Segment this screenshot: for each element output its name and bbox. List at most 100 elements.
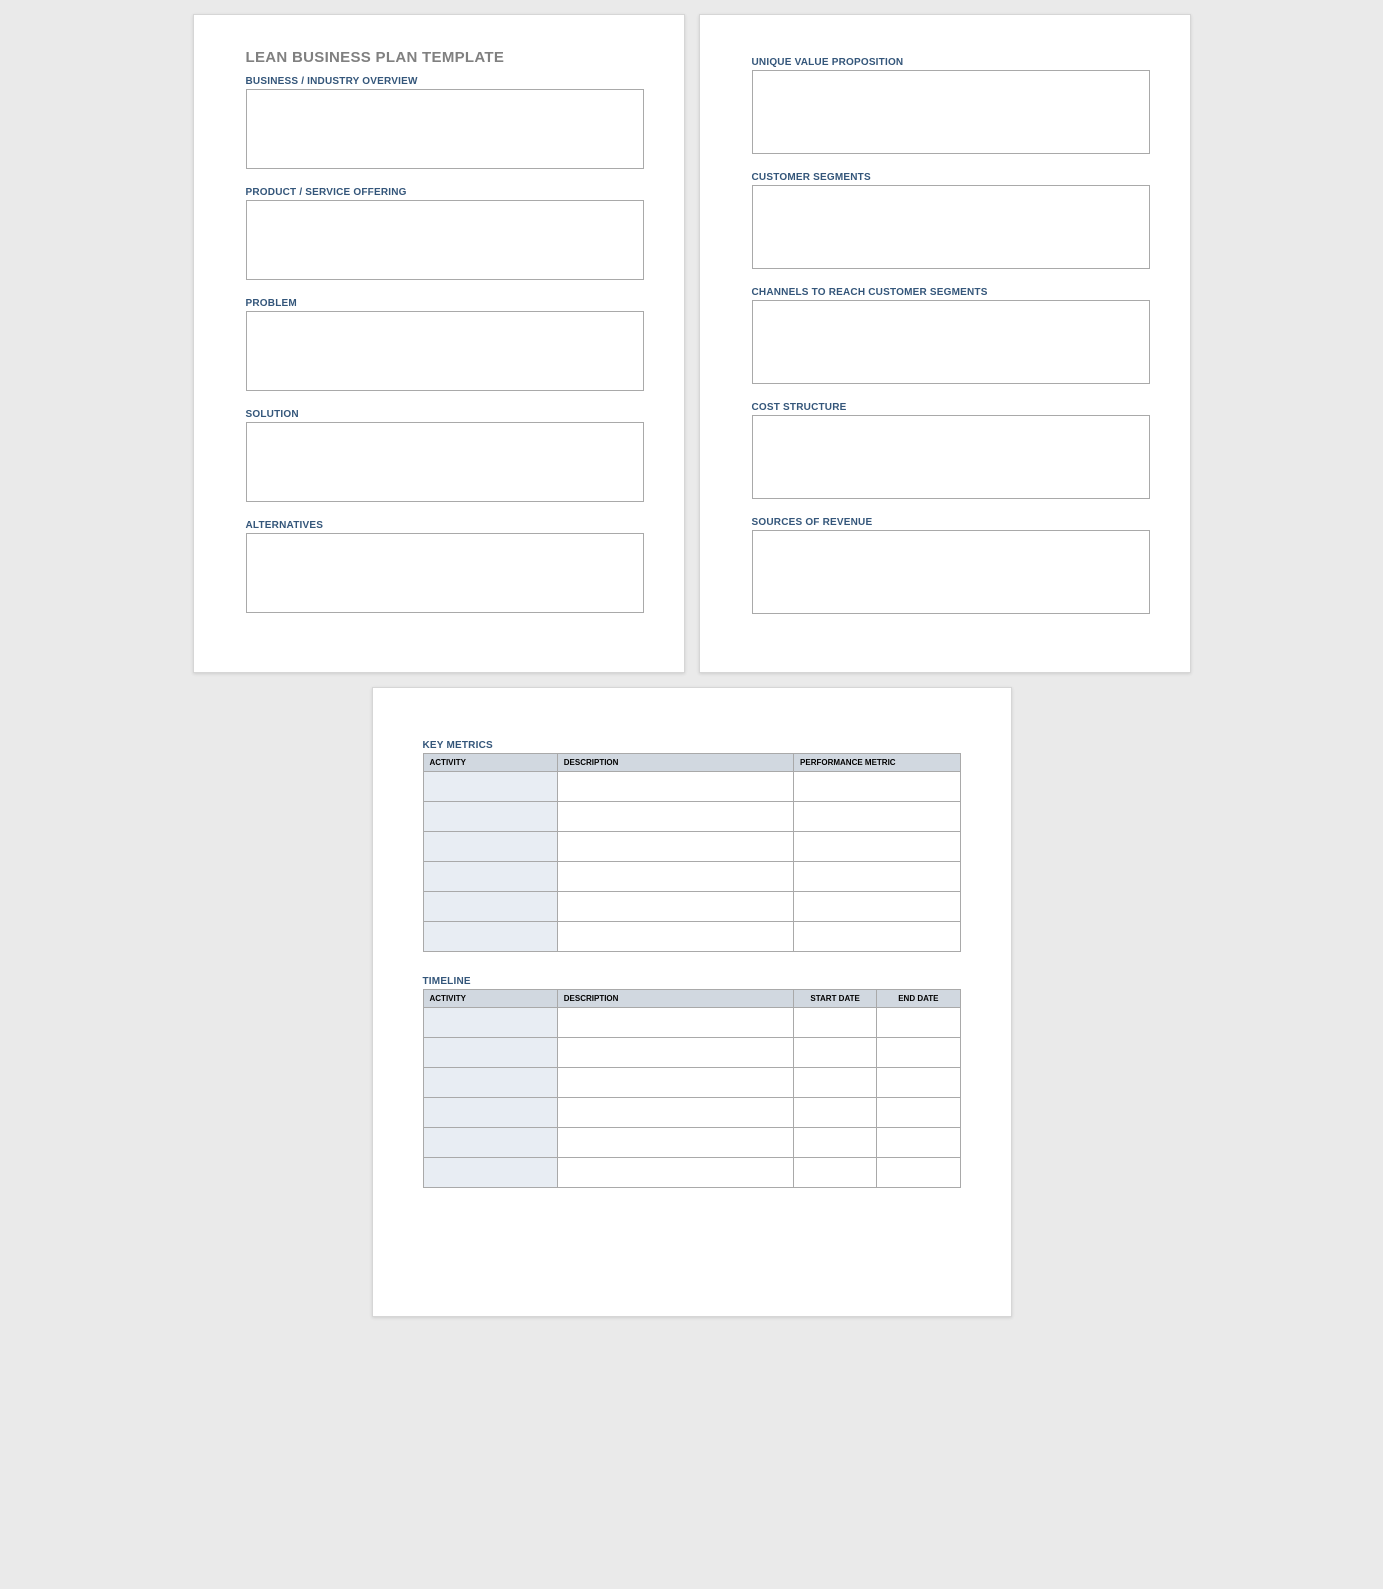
- table-row: [423, 1008, 960, 1038]
- cell-end[interactable]: [877, 1128, 960, 1158]
- field-revenue-sources: SOURCES OF REVENUE: [752, 517, 1150, 614]
- cell-end[interactable]: [877, 1068, 960, 1098]
- input-business-overview[interactable]: [246, 89, 644, 169]
- label-cost-structure: COST STRUCTURE: [752, 402, 1150, 413]
- table-header-row: ACTIVITY DESCRIPTION PERFORMANCE METRIC: [423, 754, 960, 772]
- cell-activity[interactable]: [423, 1008, 557, 1038]
- input-cost-structure[interactable]: [752, 415, 1150, 499]
- cell-activity[interactable]: [423, 802, 557, 832]
- table-key-metrics: ACTIVITY DESCRIPTION PERFORMANCE METRIC: [423, 753, 961, 952]
- table-body-key-metrics: [423, 772, 960, 952]
- cell-description[interactable]: [557, 772, 793, 802]
- cell-description[interactable]: [557, 1128, 793, 1158]
- table-row: [423, 1158, 960, 1188]
- table-row: [423, 1068, 960, 1098]
- cell-start[interactable]: [794, 1008, 877, 1038]
- label-alternatives: ALTERNATIVES: [246, 520, 644, 531]
- th-tl-start: START DATE: [794, 990, 877, 1008]
- table-row: [423, 1128, 960, 1158]
- label-business-overview: BUSINESS / INDUSTRY OVERVIEW: [246, 76, 644, 87]
- input-channels[interactable]: [752, 300, 1150, 384]
- table-timeline: ACTIVITY DESCRIPTION START DATE END DATE: [423, 989, 961, 1188]
- input-solution[interactable]: [246, 422, 644, 502]
- table-body-timeline: [423, 1008, 960, 1188]
- pages-row-bottom: KEY METRICS ACTIVITY DESCRIPTION PERFORM…: [14, 687, 1369, 1317]
- input-uvp[interactable]: [752, 70, 1150, 154]
- table-row: [423, 802, 960, 832]
- th-km-metric: PERFORMANCE METRIC: [794, 754, 960, 772]
- th-tl-description: DESCRIPTION: [557, 990, 793, 1008]
- cell-activity[interactable]: [423, 772, 557, 802]
- th-km-description: DESCRIPTION: [557, 754, 793, 772]
- page-2: UNIQUE VALUE PROPOSITION CUSTOMER SEGMEN…: [699, 14, 1191, 673]
- table-row: [423, 892, 960, 922]
- cell-end[interactable]: [877, 1098, 960, 1128]
- field-channels: CHANNELS TO REACH CUSTOMER SEGMENTS: [752, 287, 1150, 384]
- table-row: [423, 1098, 960, 1128]
- cell-start[interactable]: [794, 1038, 877, 1068]
- table-header-row: ACTIVITY DESCRIPTION START DATE END DATE: [423, 990, 960, 1008]
- cell-metric[interactable]: [794, 802, 960, 832]
- cell-activity[interactable]: [423, 1158, 557, 1188]
- cell-description[interactable]: [557, 892, 793, 922]
- cell-metric[interactable]: [794, 892, 960, 922]
- label-product-service: PRODUCT / SERVICE OFFERING: [246, 187, 644, 198]
- label-key-metrics: KEY METRICS: [423, 740, 961, 751]
- table-row: [423, 922, 960, 952]
- cell-description[interactable]: [557, 802, 793, 832]
- cell-start[interactable]: [794, 1068, 877, 1098]
- cell-end[interactable]: [877, 1008, 960, 1038]
- page-1: LEAN BUSINESS PLAN TEMPLATE BUSINESS / I…: [193, 14, 685, 673]
- th-tl-end: END DATE: [877, 990, 960, 1008]
- cell-activity[interactable]: [423, 862, 557, 892]
- cell-start[interactable]: [794, 1128, 877, 1158]
- cell-start[interactable]: [794, 1098, 877, 1128]
- cell-activity[interactable]: [423, 892, 557, 922]
- cell-description[interactable]: [557, 832, 793, 862]
- th-km-activity: ACTIVITY: [423, 754, 557, 772]
- cell-description[interactable]: [557, 1038, 793, 1068]
- cell-activity[interactable]: [423, 922, 557, 952]
- cell-start[interactable]: [794, 1158, 877, 1188]
- label-problem: PROBLEM: [246, 298, 644, 309]
- cell-end[interactable]: [877, 1038, 960, 1068]
- input-product-service[interactable]: [246, 200, 644, 280]
- cell-metric[interactable]: [794, 862, 960, 892]
- cell-activity[interactable]: [423, 832, 557, 862]
- cell-description[interactable]: [557, 1068, 793, 1098]
- cell-metric[interactable]: [794, 772, 960, 802]
- document-title: LEAN BUSINESS PLAN TEMPLATE: [246, 49, 644, 66]
- cell-description[interactable]: [557, 1158, 793, 1188]
- cell-description[interactable]: [557, 1098, 793, 1128]
- input-revenue-sources[interactable]: [752, 530, 1150, 614]
- pages-row-top: LEAN BUSINESS PLAN TEMPLATE BUSINESS / I…: [14, 14, 1369, 673]
- label-timeline: TIMELINE: [423, 976, 961, 987]
- cell-activity[interactable]: [423, 1068, 557, 1098]
- label-channels: CHANNELS TO REACH CUSTOMER SEGMENTS: [752, 287, 1150, 298]
- label-customer-segments: CUSTOMER SEGMENTS: [752, 172, 1150, 183]
- field-business-overview: BUSINESS / INDUSTRY OVERVIEW: [246, 76, 644, 169]
- cell-description[interactable]: [557, 922, 793, 952]
- input-problem[interactable]: [246, 311, 644, 391]
- label-solution: SOLUTION: [246, 409, 644, 420]
- input-alternatives[interactable]: [246, 533, 644, 613]
- field-customer-segments: CUSTOMER SEGMENTS: [752, 172, 1150, 269]
- cell-activity[interactable]: [423, 1038, 557, 1068]
- cell-description[interactable]: [557, 1008, 793, 1038]
- cell-metric[interactable]: [794, 922, 960, 952]
- field-product-service: PRODUCT / SERVICE OFFERING: [246, 187, 644, 280]
- cell-end[interactable]: [877, 1158, 960, 1188]
- field-problem: PROBLEM: [246, 298, 644, 391]
- label-revenue-sources: SOURCES OF REVENUE: [752, 517, 1150, 528]
- input-customer-segments[interactable]: [752, 185, 1150, 269]
- field-alternatives: ALTERNATIVES: [246, 520, 644, 613]
- table-row: [423, 772, 960, 802]
- th-tl-activity: ACTIVITY: [423, 990, 557, 1008]
- cell-activity[interactable]: [423, 1128, 557, 1158]
- cell-activity[interactable]: [423, 1098, 557, 1128]
- table-row: [423, 862, 960, 892]
- cell-metric[interactable]: [794, 832, 960, 862]
- cell-description[interactable]: [557, 862, 793, 892]
- field-cost-structure: COST STRUCTURE: [752, 402, 1150, 499]
- field-solution: SOLUTION: [246, 409, 644, 502]
